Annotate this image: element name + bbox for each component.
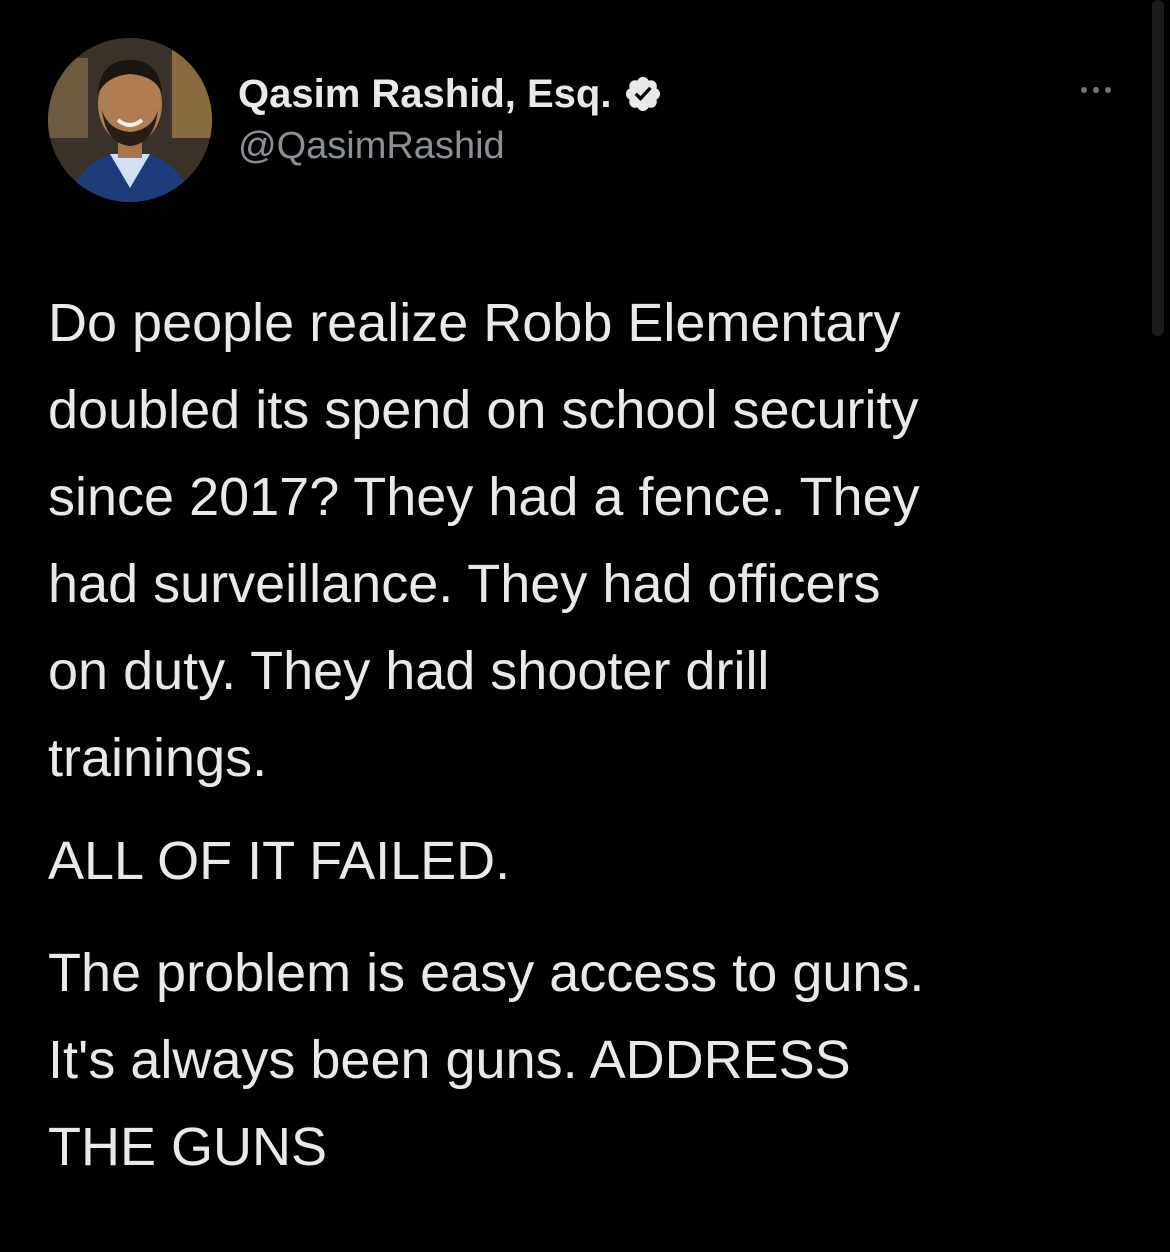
verified-badge-icon bbox=[623, 74, 663, 114]
tweet-line: doubled its spend on school security bbox=[48, 380, 919, 440]
scrollbar[interactable] bbox=[1152, 0, 1164, 336]
tweet-line: It's always been guns. ADDRESS bbox=[48, 1030, 851, 1090]
avatar-photo-icon bbox=[48, 38, 212, 202]
more-dot bbox=[1093, 87, 1099, 93]
author-name-row[interactable]: Qasim Rashid, Esq. bbox=[238, 68, 663, 120]
tweet-paragraph-3: The problem is easy access to guns. It's… bbox=[48, 930, 924, 1191]
tweet-emphasis-line: ALL OF IT FAILED. bbox=[48, 831, 511, 891]
tweet-line: Do people realize Robb Elementary bbox=[48, 293, 901, 353]
tweet-line: since 2017? They had a fence. They bbox=[48, 467, 920, 527]
author-display-name[interactable]: Qasim Rashid, Esq. bbox=[238, 72, 611, 117]
tweet-text: Do people realize Robb Elementary double… bbox=[48, 280, 1138, 1177]
tweet-line: THE GUNS bbox=[48, 1117, 328, 1177]
tweet-line: had surveillance. They had officers bbox=[48, 554, 881, 614]
more-dot bbox=[1081, 87, 1087, 93]
author-handle[interactable]: @QasimRashid bbox=[238, 125, 505, 168]
tweet-line: trainings. bbox=[48, 728, 268, 788]
more-options-button[interactable] bbox=[1068, 74, 1124, 106]
tweet-line: The problem is easy access to guns. bbox=[48, 943, 925, 1003]
tweet-line: on duty. They had shooter drill bbox=[48, 641, 770, 701]
more-dot bbox=[1105, 87, 1111, 93]
tweet-card: Qasim Rashid, Esq. @QasimRashid Do peopl… bbox=[0, 0, 1170, 1252]
author-avatar[interactable] bbox=[48, 38, 212, 202]
